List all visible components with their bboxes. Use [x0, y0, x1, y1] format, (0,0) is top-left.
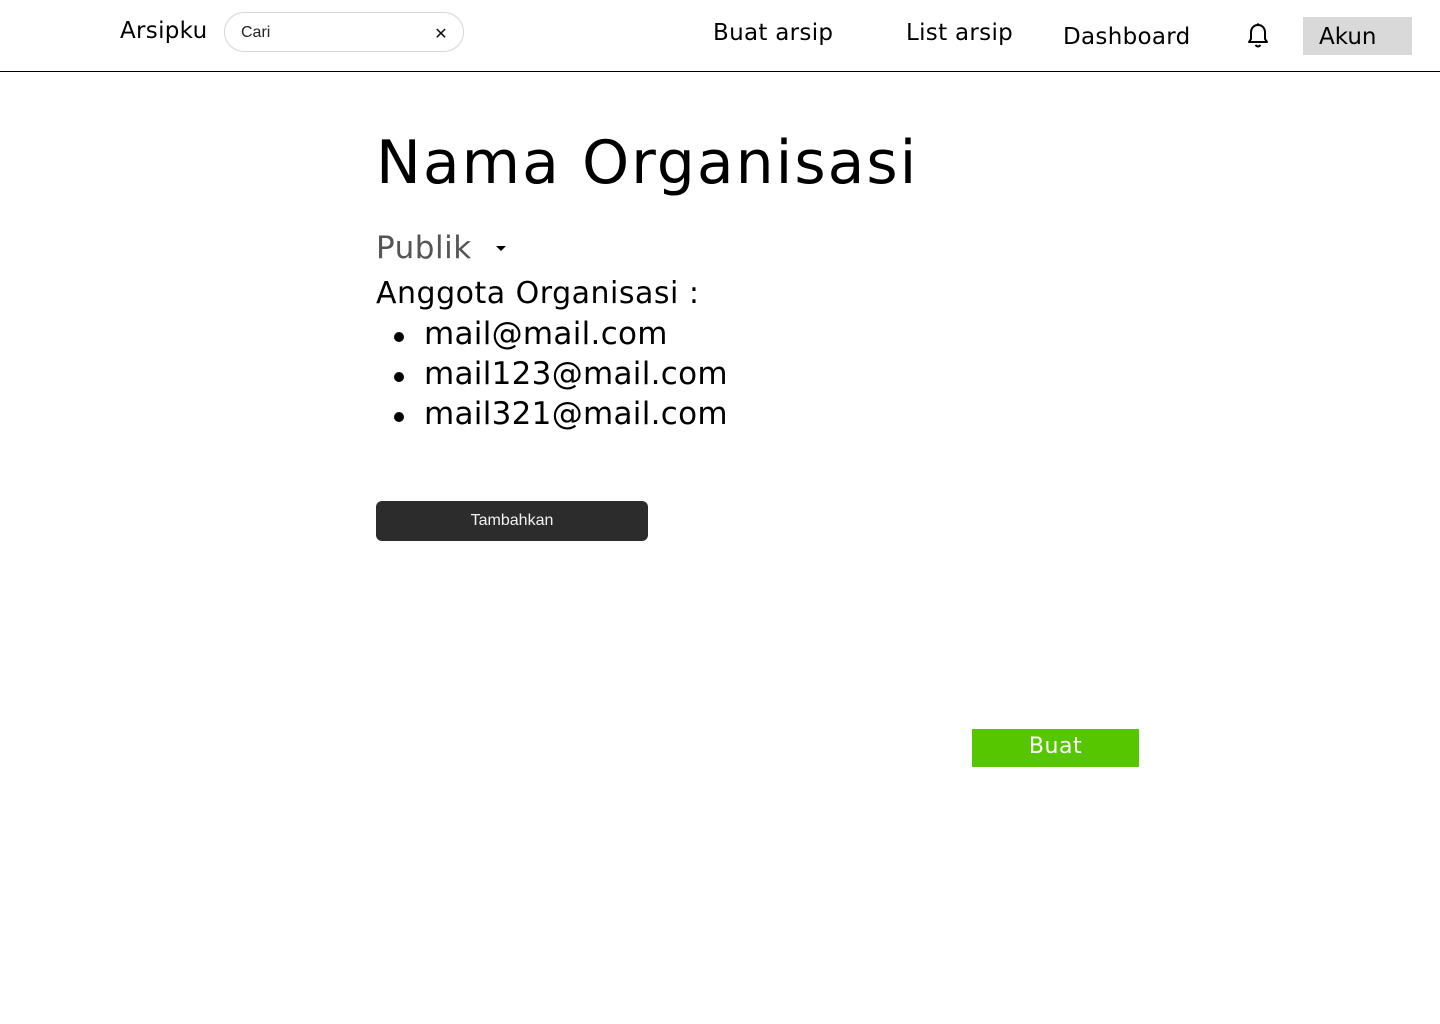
add-member-button[interactable]: Tambahkan — [376, 501, 648, 541]
search-input[interactable] — [241, 22, 421, 44]
organization-name-title[interactable]: Nama Organisasi — [376, 128, 918, 198]
caret-down-icon — [495, 246, 506, 251]
member-email: mail321@mail.com — [424, 396, 728, 432]
member-list: mail@mail.com mail123@mail.com mail321@m… — [394, 316, 728, 436]
member-email: mail@mail.com — [424, 316, 668, 352]
nav-dashboard[interactable]: Dashboard — [1063, 24, 1190, 50]
nav-create-archive[interactable]: Buat arsip — [713, 20, 833, 46]
bell-icon[interactable] — [1246, 22, 1270, 50]
bullet-icon — [394, 332, 404, 342]
bullet-icon — [394, 372, 404, 382]
close-icon[interactable]: ✕ — [429, 21, 453, 45]
bullet-icon — [394, 412, 404, 422]
create-button[interactable]: Buat — [972, 729, 1139, 767]
top-navbar: Arsipku ✕ Buat arsip List arsip Dashboar… — [0, 0, 1440, 72]
list-item: mail123@mail.com — [394, 356, 728, 396]
account-button[interactable]: Akun — [1303, 17, 1412, 55]
search-box[interactable]: ✕ — [224, 12, 464, 52]
visibility-value: Publik — [376, 230, 472, 266]
members-label: Anggota Organisasi : — [376, 276, 700, 311]
list-item: mail@mail.com — [394, 316, 728, 356]
brand-logo[interactable]: Arsipku — [120, 18, 207, 44]
member-email: mail123@mail.com — [424, 356, 728, 392]
nav-archive-list[interactable]: List arsip — [906, 20, 1013, 46]
list-item: mail321@mail.com — [394, 396, 728, 436]
visibility-dropdown[interactable]: Publik — [376, 228, 508, 268]
